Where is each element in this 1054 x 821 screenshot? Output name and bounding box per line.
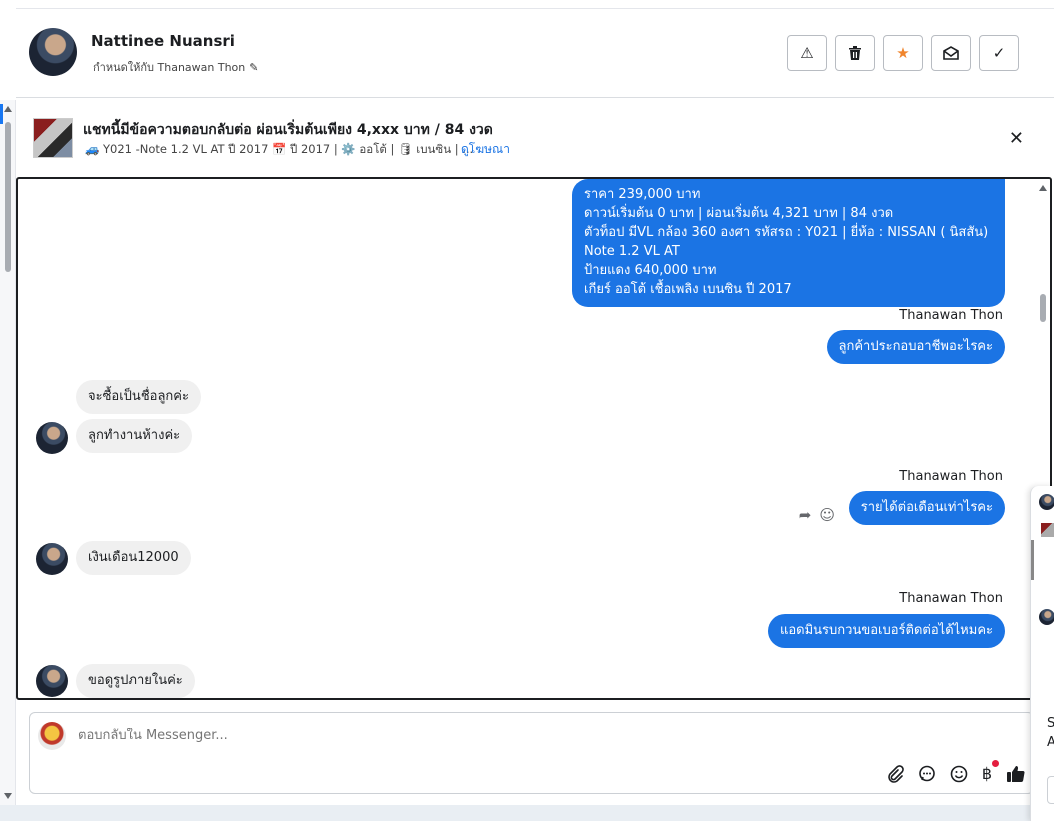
message-tools: ➦ ☺ — [799, 506, 835, 524]
panel-text-line: S — [1047, 716, 1054, 731]
panel-avatar[interactable] — [1039, 609, 1054, 625]
scroll-thumb[interactable] — [5, 122, 11, 272]
outgoing-message[interactable]: แอดมินรบกวนขอเบอร์ติดต่อได้ไหมคะ — [767, 614, 1005, 648]
report-button[interactable]: ⚠ — [787, 35, 827, 71]
left-scrollbar[interactable] — [0, 100, 16, 805]
view-ad-link[interactable]: ดูโฆษณา — [461, 140, 510, 159]
close-icon[interactable]: ✕ — [1009, 128, 1024, 149]
composer-tools: ฿ — [886, 760, 1025, 783]
ad-subtitle: 🚙 Y021 -Note 1.2 VL AT ปี 2017 📅 ปี 2017… — [85, 142, 474, 156]
star-button[interactable]: ★ — [883, 35, 923, 71]
bottom-strip — [0, 805, 1030, 821]
conversation-header: Nattinee Nuansri กำหนดให้กับ Thanawan Th… — [16, 9, 1054, 98]
scroll-down-arrow[interactable] — [4, 793, 12, 799]
contact-avatar[interactable] — [29, 28, 77, 76]
sender-name: Thanawan Thon — [899, 591, 1003, 606]
ad-line-down: ดาวน์เริ่มต้น 0 บาท | ผ่อนเริ่มต้น 4,321… — [584, 206, 894, 221]
reply-composer: ฿ — [29, 712, 1034, 794]
report-icon: ⚠ — [800, 44, 814, 62]
done-button[interactable]: ✓ — [979, 35, 1019, 71]
attach-icon[interactable] — [886, 764, 904, 783]
panel-scroll-thumb[interactable] — [1031, 540, 1034, 580]
panel-avatar[interactable] — [1039, 494, 1054, 510]
page-avatar — [38, 722, 66, 750]
contact-name[interactable]: Nattinee Nuansri — [91, 32, 235, 50]
thumbs-up-icon[interactable] — [1006, 765, 1025, 783]
panel-ad-thumbnail — [1041, 523, 1054, 537]
ad-thumbnail[interactable] — [33, 118, 73, 158]
ad-context-row: แชทนี้มีข้อความตอบกลับต่อ ผ่อนเริ่มต้นเพ… — [16, 98, 1054, 176]
sender-name: Thanawan Thon — [899, 308, 1003, 323]
chat-bubble-icon[interactable] — [918, 765, 936, 783]
ad-line-model: Note 1.2 VL AT — [584, 244, 680, 259]
emoji-icon[interactable] — [950, 765, 968, 783]
scroll-up-arrow[interactable] — [4, 106, 12, 112]
ad-title: แชทนี้มีข้อความตอบกลับต่อ ผ่อนเริ่มต้นเพ… — [83, 122, 493, 138]
reply-icon[interactable]: ➦ — [799, 506, 812, 524]
panel-text-line: A — [1047, 735, 1054, 750]
ad-line-redplate: ป้ายแดง 640,000 บาท — [584, 263, 717, 278]
top-strip — [16, 0, 1054, 9]
floating-side-panel[interactable]: S A — [1030, 486, 1054, 821]
incoming-message[interactable]: จะซื้อเป็นชื่อลูกค่ะ — [76, 380, 201, 414]
message-thread[interactable]: ราคา 239,000 บาท ดาวน์เริ่มต้น 0 บาท | ผ… — [16, 177, 1052, 700]
trash-icon — [849, 45, 861, 60]
sender-name: Thanawan Thon — [899, 469, 1003, 484]
panel-button[interactable] — [1047, 776, 1054, 804]
check-icon: ✓ — [992, 44, 1006, 62]
mark-unread-icon — [943, 46, 959, 60]
contact-avatar-small[interactable] — [36, 422, 68, 454]
ad-line-price: ราคา 239,000 บาท — [584, 187, 701, 202]
pencil-icon[interactable]: ✎ — [249, 61, 258, 74]
header-actions: ⚠ ★ ✓ — [787, 35, 1019, 71]
outgoing-message[interactable]: รายได้ต่อเดือนเท่าไรคะ — [848, 491, 1005, 525]
incoming-message[interactable]: ขอดูรูปภายในค่ะ — [76, 664, 195, 698]
ad-message-bubble: ราคา 239,000 บาท ดาวน์เริ่มต้น 0 บาท | ผ… — [572, 179, 1005, 307]
incoming-message[interactable]: ลูกทำงานห้างค่ะ — [76, 419, 193, 453]
outgoing-message[interactable]: ลูกค้าประกอบอาชีพอะไรคะ — [826, 330, 1005, 364]
ad-line-top: ตัวท็อป มีVL กล้อง 360 องศา รหัสรถ : Y02… — [584, 225, 989, 240]
mark-unread-button[interactable] — [931, 35, 971, 71]
baht-icon[interactable]: ฿ — [981, 760, 999, 783]
active-indicator — [0, 104, 3, 124]
reply-input[interactable] — [78, 728, 778, 743]
baht-glyph: ฿ — [981, 764, 992, 783]
inbox-page: Nattinee Nuansri กำหนดให้กับ Thanawan Th… — [0, 0, 1054, 821]
notification-dot — [992, 760, 999, 767]
contact-avatar-small[interactable] — [36, 665, 68, 697]
assignment-row[interactable]: กำหนดให้กับ Thanawan Thon ✎ — [93, 58, 258, 76]
incoming-message[interactable]: เงินเดือน12000 — [76, 541, 191, 575]
assigned-to-label: กำหนดให้กับ Thanawan Thon — [93, 61, 246, 74]
contact-avatar-small[interactable] — [36, 543, 68, 575]
scroll-up-arrow[interactable] — [1039, 185, 1047, 191]
delete-button[interactable] — [835, 35, 875, 71]
ad-line-gear: เกียร์ ออโต้ เชื้อเพลิง เบนซิน ปี 2017 — [584, 282, 792, 297]
scroll-thumb[interactable] — [1040, 294, 1046, 322]
react-emoji-icon[interactable]: ☺ — [819, 506, 835, 524]
star-icon: ★ — [896, 44, 910, 62]
